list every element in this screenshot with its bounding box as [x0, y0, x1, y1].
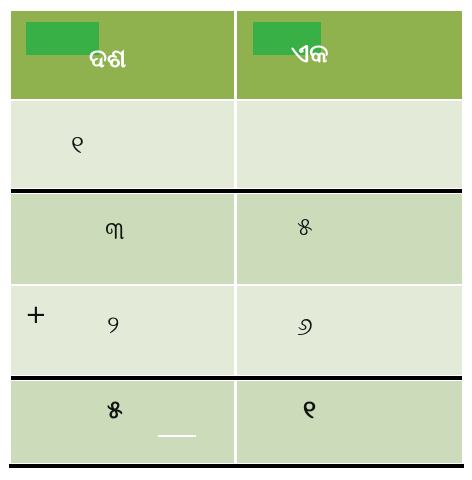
header-row: ଦଶ ଏକ — [11, 11, 462, 99]
carry-tens-cell: ୧ — [11, 101, 234, 188]
ones-header-cell: ଏକ — [237, 11, 462, 99]
sum-divider-line — [11, 376, 462, 380]
ones-header: ଏକ — [291, 39, 329, 69]
first-tens-cell: ୩ — [11, 194, 234, 284]
second-tens-digit: ୨ — [107, 310, 120, 339]
first-ones-digit: ୫ — [297, 212, 313, 241]
second-ones-digit: ୬ — [297, 312, 313, 341]
carry-tens-digit: ୧ — [71, 130, 85, 159]
carry-divider-line — [11, 189, 462, 193]
result-tens-cell: ୫ — [11, 381, 234, 463]
tens-header-cell: ଦଶ — [11, 11, 234, 99]
carry-ones-cell — [237, 101, 462, 188]
second-ones-cell: ୬ — [237, 286, 462, 375]
plus-operator: + — [25, 300, 47, 330]
result-tens-digit: ୫ — [107, 395, 123, 424]
carry-row: ୧ — [11, 101, 462, 188]
first-number-row: ୩ ୫ — [11, 194, 462, 284]
second-tens-cell: + ୨ — [11, 286, 234, 375]
result-row: ୫ ୧ — [11, 381, 462, 463]
first-tens-digit: ୩ — [105, 216, 125, 245]
first-ones-cell: ୫ — [237, 194, 462, 284]
result-underline-mark — [158, 435, 196, 437]
result-ones-cell: ୧ — [237, 381, 462, 463]
result-ones-digit: ୧ — [303, 395, 317, 424]
table-bottom-line — [9, 464, 464, 468]
second-number-row: + ୨ ୬ — [11, 286, 462, 375]
tens-header: ଦଶ — [89, 44, 127, 74]
